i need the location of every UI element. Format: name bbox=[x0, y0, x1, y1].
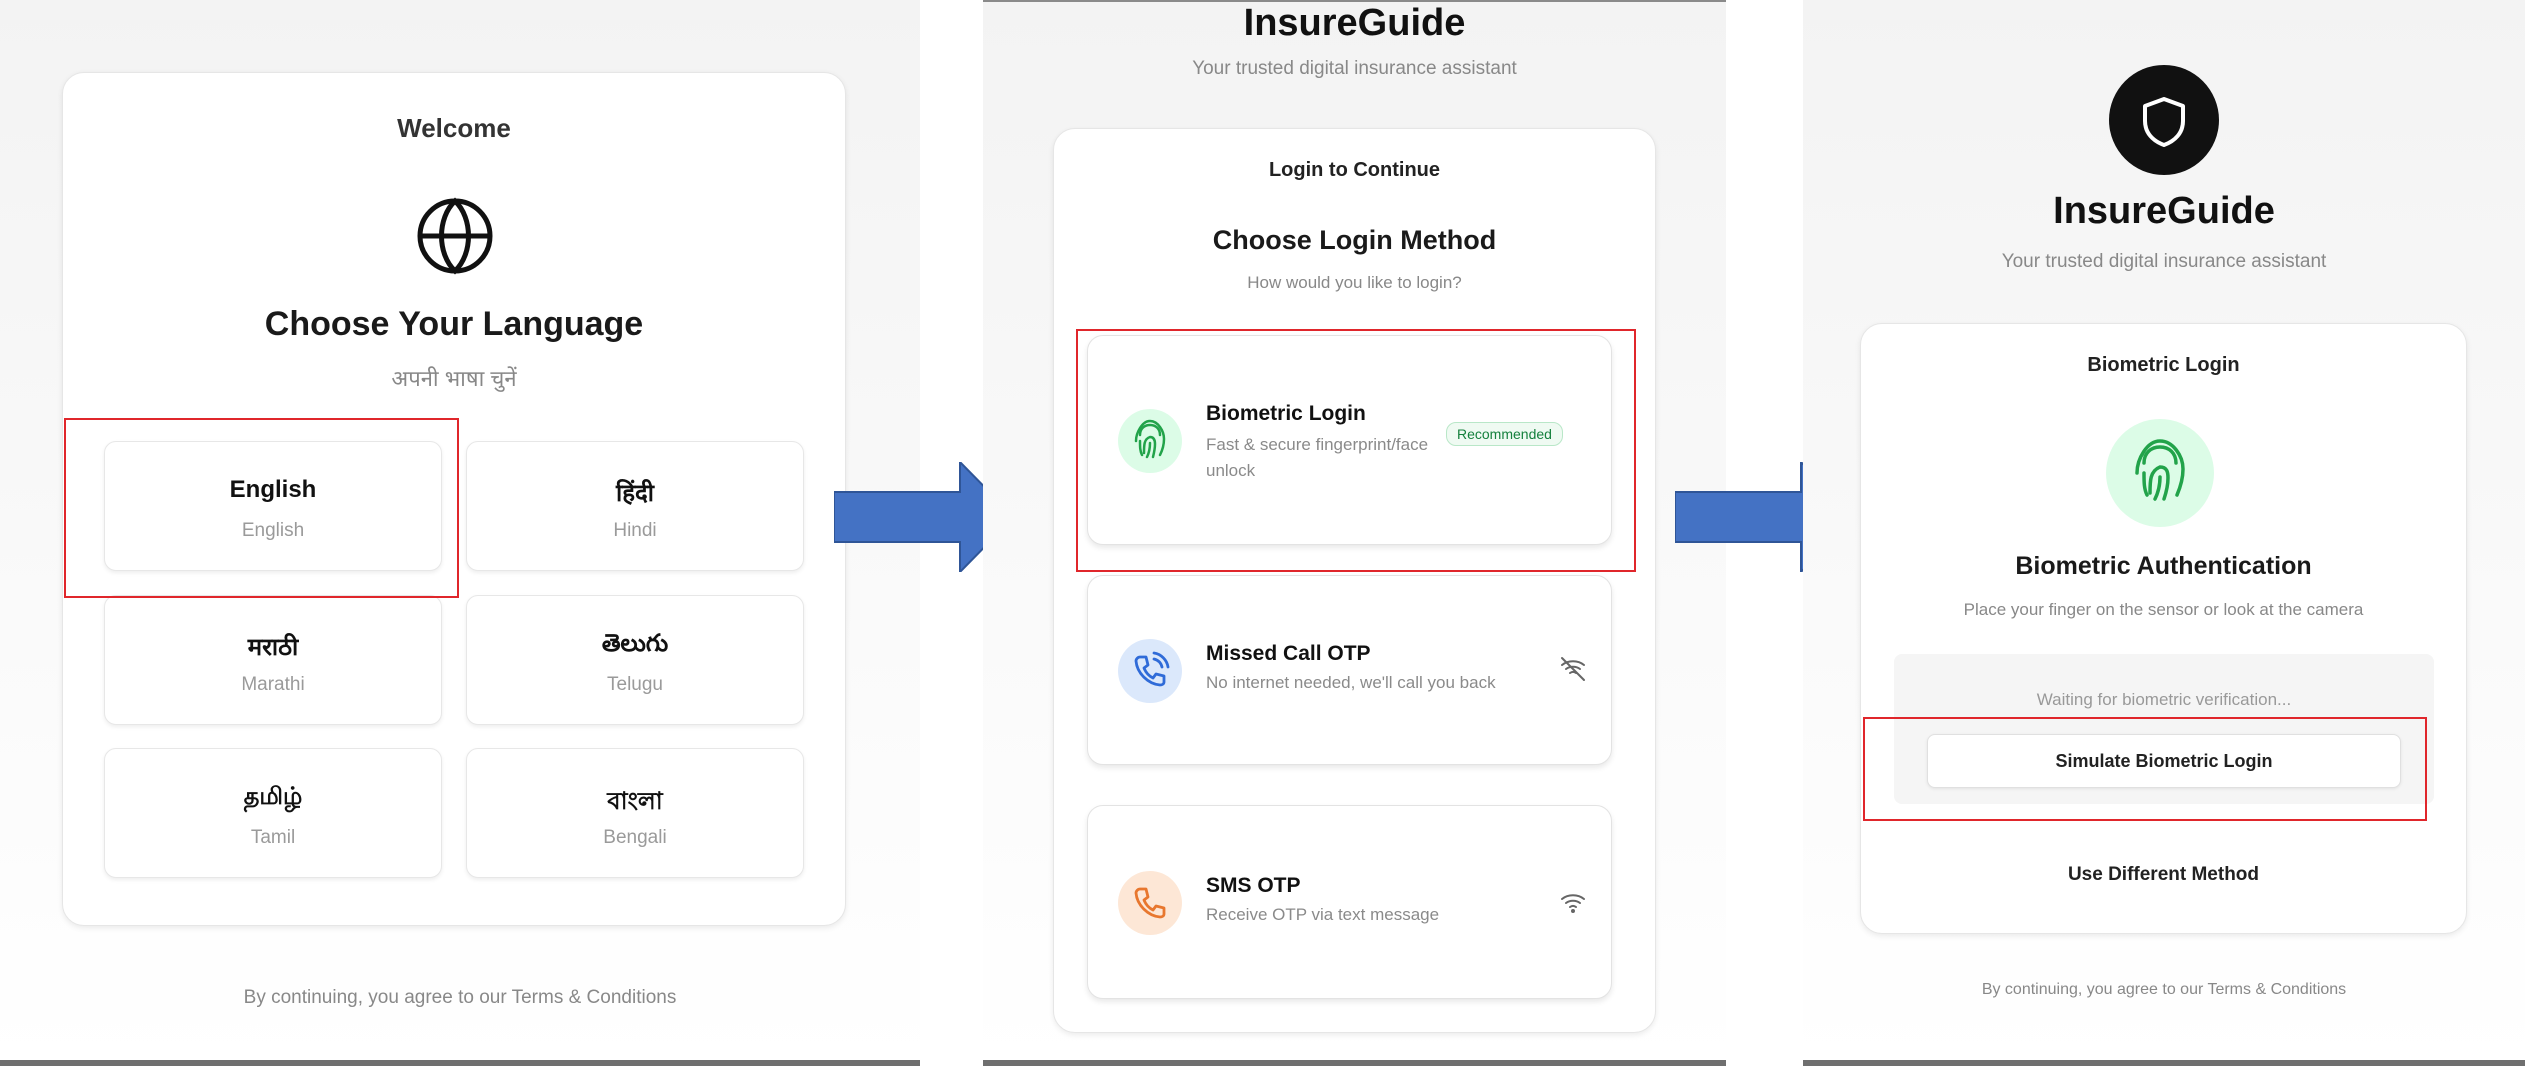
phone-call-icon bbox=[1118, 639, 1182, 703]
biometric-login-screen: InsureGuide Your trusted digital insuran… bbox=[1803, 0, 2525, 1066]
terms-text[interactable]: By continuing, you agree to our Terms & … bbox=[0, 987, 920, 1009]
login-option-sms-otp[interactable]: SMS OTP Receive OTP via text message bbox=[1087, 805, 1612, 999]
card-title: Login to Continue bbox=[1268, 159, 1441, 181]
language-english-name: Hindi bbox=[613, 520, 657, 541]
language-option-tamil[interactable]: தமிழ் Tamil bbox=[104, 748, 442, 878]
option-description: Fast & secure fingerprint/face unlock bbox=[1206, 435, 1429, 480]
app-tagline: Your trusted digital insurance assistant bbox=[1192, 58, 1517, 79]
wifi-icon bbox=[1558, 888, 1588, 918]
biometric-heading: Biometric Authentication bbox=[2015, 552, 2312, 580]
login-method-subheading: How would you like to login? bbox=[1247, 273, 1462, 292]
login-method-heading: Choose Login Method bbox=[1212, 225, 1497, 255]
choose-language-heading: Choose Your Language bbox=[264, 305, 644, 343]
phone-icon bbox=[1118, 871, 1182, 935]
choose-language-subheading: अपनी भाषा चुनें bbox=[391, 366, 517, 391]
language-english-name: Marathi bbox=[241, 674, 305, 695]
biometric-instruction: Place your finger on the sensor or look … bbox=[1963, 600, 2364, 619]
card-title: Biometric Login bbox=[2087, 354, 2240, 376]
language-option-bengali[interactable]: বাংলা Bengali bbox=[466, 748, 804, 878]
recommended-badge: Recommended bbox=[1446, 422, 1563, 446]
option-title: Biometric Login bbox=[1206, 402, 1366, 425]
wifi-off-icon bbox=[1558, 654, 1588, 684]
language-native-name: తెలుగు bbox=[601, 630, 669, 657]
biometric-card: Biometric Login Biometric Authentication… bbox=[1860, 323, 2467, 934]
welcome-title: Welcome bbox=[397, 113, 511, 143]
language-english-name: English bbox=[241, 520, 305, 541]
language-option-telugu[interactable]: తెలుగు Telugu bbox=[466, 595, 804, 725]
language-native-name: English bbox=[229, 476, 317, 503]
fingerprint-icon bbox=[1118, 409, 1182, 473]
app-tagline: Your trusted digital insurance assistant bbox=[2001, 251, 2327, 272]
language-option-hindi[interactable]: हिंदी Hindi bbox=[466, 441, 804, 571]
globe-icon bbox=[415, 196, 495, 276]
use-different-method-button[interactable]: Use Different Method bbox=[1861, 864, 2466, 886]
app-name: InsureGuide bbox=[2053, 190, 2275, 232]
language-native-name: தமிழ் bbox=[243, 783, 303, 810]
shield-icon bbox=[2109, 65, 2219, 175]
login-option-missed-call-otp[interactable]: Missed Call OTP No internet needed, we'l… bbox=[1087, 575, 1612, 765]
terms-text[interactable]: By continuing, you agree to our Terms & … bbox=[1803, 981, 2525, 999]
language-option-english[interactable]: English English bbox=[104, 441, 442, 571]
verification-panel: Waiting for biometric verification... Si… bbox=[1894, 654, 2434, 804]
language-native-name: हिंदी bbox=[616, 480, 654, 507]
bottom-bar bbox=[983, 1060, 1726, 1066]
option-title: Missed Call OTP bbox=[1206, 642, 1371, 665]
option-title: SMS OTP bbox=[1206, 874, 1301, 897]
language-native-name: मराठी bbox=[247, 634, 299, 661]
language-english-name: Telugu bbox=[607, 674, 663, 695]
bottom-bar bbox=[1803, 1060, 2525, 1066]
language-english-name: Tamil bbox=[250, 827, 296, 848]
login-method-screen: InsureGuide Your trusted digital insuran… bbox=[983, 0, 1726, 1066]
option-description: No internet needed, we'll call you back bbox=[1206, 673, 1496, 692]
app-name: InsureGuide bbox=[1243, 2, 1466, 44]
fingerprint-icon bbox=[2106, 419, 2214, 527]
bottom-bar bbox=[0, 1060, 920, 1066]
option-description: Receive OTP via text message bbox=[1206, 905, 1440, 924]
language-native-name: বাংলা bbox=[607, 788, 663, 815]
simulate-biometric-login-button[interactable]: Simulate Biometric Login bbox=[1927, 734, 2401, 788]
login-card: Login to Continue Choose Login Method Ho… bbox=[1053, 128, 1656, 1033]
language-card: Welcome Choose Your Language अपनी भाषा च… bbox=[62, 72, 846, 926]
language-screen: Welcome Choose Your Language अपनी भाषा च… bbox=[0, 0, 920, 1066]
waiting-status: Waiting for biometric verification... bbox=[2036, 690, 2292, 709]
login-option-biometric[interactable]: Biometric Login Fast & secure fingerprin… bbox=[1087, 335, 1612, 545]
language-english-name: Bengali bbox=[603, 827, 667, 848]
language-option-marathi[interactable]: मराठी Marathi bbox=[104, 595, 442, 725]
